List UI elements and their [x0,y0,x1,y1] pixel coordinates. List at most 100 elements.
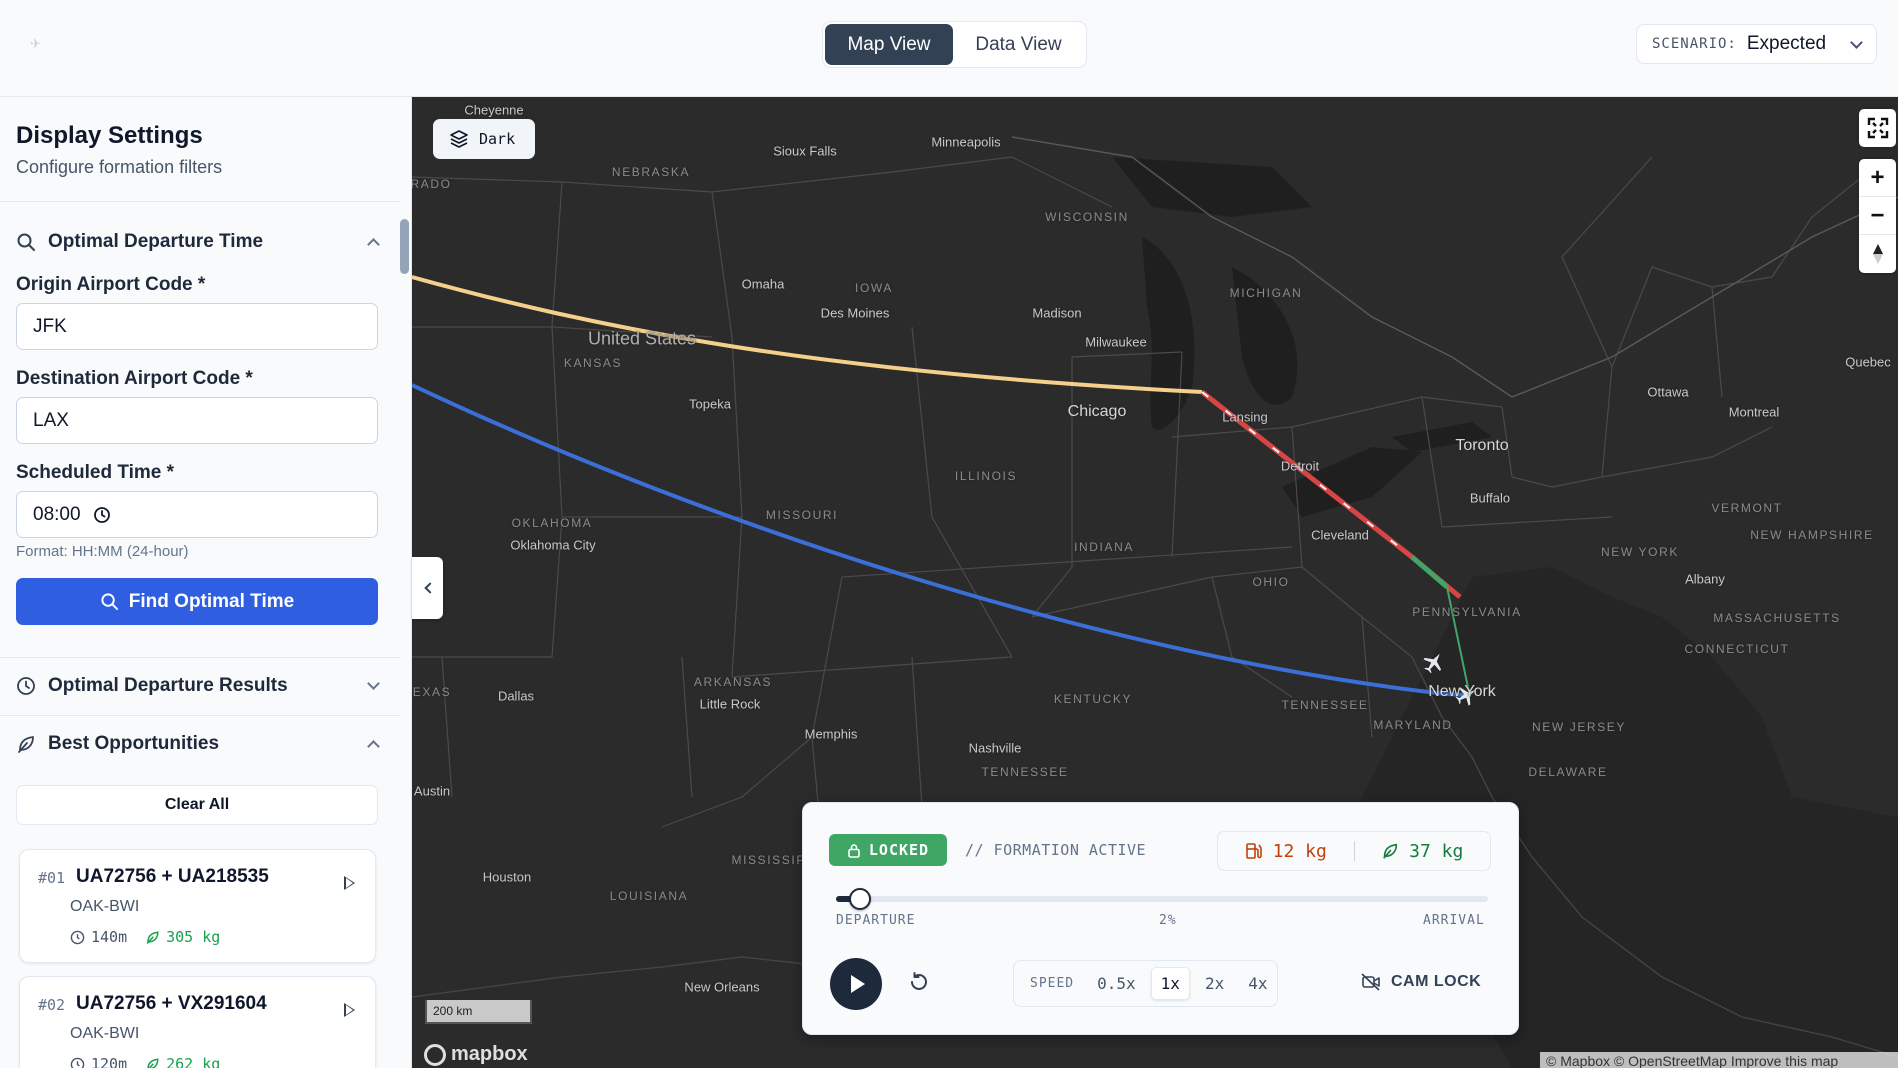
fuel-saved: 12 kg [1218,841,1354,862]
scenario-label: SCENARIO: [1652,36,1737,52]
opportunity-card[interactable]: #01 UA72756 + UA218535 OAK-BWI 140m 305 … [19,849,376,963]
map-label: Cheyenne [464,102,524,118]
map-label: ILLINOIS [954,469,1018,483]
find-button-label: Find Optimal Time [128,590,295,612]
destination-airport-input[interactable]: LAX [16,397,378,444]
restart-icon[interactable] [908,971,930,993]
map-label: Oklahoma City [510,537,596,553]
time-label: Scheduled Time * [16,462,175,483]
app-logo[interactable]: ✈ [30,36,45,52]
map-label: Quebec [1845,354,1891,370]
speed-label: SPEED [1030,976,1075,991]
map-label: Detroit [1280,458,1320,474]
clock-icon [70,930,85,944]
lock-icon [848,843,860,858]
departure-label: DEPARTURE [836,913,916,928]
map-label: Montreal [1728,404,1780,420]
divider [0,201,400,202]
section-title: Best Opportunities [48,733,220,754]
flight-pair: UA72756 + VX291604 [76,993,267,1014]
map-label: Austin [413,783,451,799]
chevron-up-icon [367,238,380,251]
tab-map-view[interactable]: Map View [825,24,953,65]
plus-icon: + [1870,163,1885,191]
progress-slider[interactable] [836,888,1488,910]
map[interactable]: Cheyenne RADO NEBRASKA Sioux Falls Minne… [412,97,1898,1068]
speed-option-4x[interactable]: 4x [1239,968,1276,999]
map-label: MARYLAND [1373,718,1453,732]
map-style-button[interactable]: Dark [433,119,535,159]
opportunity-rank: #01 [38,869,66,887]
map-label: NEW YORK [1601,545,1679,559]
section-results-header[interactable]: Optimal Departure Results [16,674,380,698]
arrival-label: ARRIVAL [1423,913,1485,928]
speed-option-2x[interactable]: 2x [1196,968,1233,999]
origin-label: Origin Airport Code * [16,274,206,295]
map-label: Nashville [968,740,1022,756]
lake-michigan [1142,237,1195,430]
map-style-label: Dark [479,130,516,148]
mapbox-logo[interactable]: mapbox [424,1043,528,1066]
tab-data-view[interactable]: Data View [953,24,1084,65]
map-label: NEW JERSEY [1531,720,1627,734]
locked-badge: LOCKED [829,834,947,866]
chevron-down-icon [367,677,380,690]
fullscreen-icon [1867,117,1888,139]
search-icon [101,593,118,611]
formation-status: // FORMATION ACTIVE [965,841,1147,859]
sidebar-scrollbar[interactable] [400,219,409,274]
zoom-in-button[interactable]: + [1859,159,1896,197]
map-label: NEBRASKA [611,165,691,179]
mapbox-wordmark: mapbox [451,1043,528,1065]
section-title: Optimal Departure Time [48,231,264,252]
speed-option-1x[interactable]: 1x [1150,967,1190,1000]
play-icon[interactable] [344,1003,355,1017]
scenario-select[interactable]: SCENARIO: Expected [1636,24,1877,64]
map-label: MASSACHUSETTS [1713,611,1841,625]
play-icon[interactable] [344,876,355,890]
map-label: Lansing [1222,409,1268,425]
map-label: Albany [1685,571,1725,587]
section-title: Optimal Departure Results [48,675,288,696]
speed-option-0-5x[interactable]: 0.5x [1088,968,1145,999]
origin-value: JFK [33,315,67,337]
zoom-out-button[interactable]: − [1859,197,1896,235]
collapse-sidebar-button[interactable] [412,557,443,619]
find-optimal-time-button[interactable]: Find Optimal Time [16,578,378,625]
map-attribution[interactable]: © Mapbox © OpenStreetMap Improve this ma… [1540,1052,1898,1068]
scheduled-time-input[interactable]: 08:00 [16,491,378,538]
map-label: Minneapolis [931,134,1001,150]
co2-saved: 37 kg [1355,841,1491,862]
origin-airport-input[interactable]: JFK [16,303,378,350]
map-label: MISSOURI [765,508,839,522]
map-label: United States [587,328,697,349]
map-label: Ottawa [1647,384,1689,400]
clock-icon[interactable] [93,506,111,524]
map-label: PENNSYLVANIA [1412,605,1522,619]
mapbox-icon [424,1043,446,1066]
route-formation-green[interactable] [1410,555,1449,589]
map-label: KENTUCKY [1053,692,1133,706]
search-icon [17,233,35,251]
lake-erie [1282,447,1422,517]
section-opportunities-header[interactable]: Best Opportunities [16,732,380,756]
fullscreen-button[interactable] [1859,109,1896,147]
lake-superior [1112,157,1312,217]
clear-all-button[interactable]: Clear All [16,785,378,825]
play-button[interactable] [830,958,882,1010]
map-label: OHIO [1252,575,1290,589]
map-label: OKLAHOMA [511,516,593,530]
cam-lock-button[interactable]: CAM LOCK [1361,973,1481,991]
destination-value: LAX [33,409,69,431]
map-label: IOWA [855,281,893,295]
section-optimal-departure-header[interactable]: Optimal Departure Time [16,230,380,254]
compass-icon [1872,244,1883,264]
opportunity-card[interactable]: #02 UA72756 + VX291604 OAK-BWI 120m 262 … [19,976,376,1068]
map-label: EXAS [412,685,452,699]
fullscreen-control [1859,109,1896,147]
compass-button[interactable] [1859,235,1896,273]
route-yellow[interactable] [412,275,1203,394]
map-label: Chicago [1067,403,1127,420]
speed-selector: SPEED 0.5x 1x 2x 4x [1013,960,1278,1007]
progress-thumb[interactable] [849,888,872,910]
